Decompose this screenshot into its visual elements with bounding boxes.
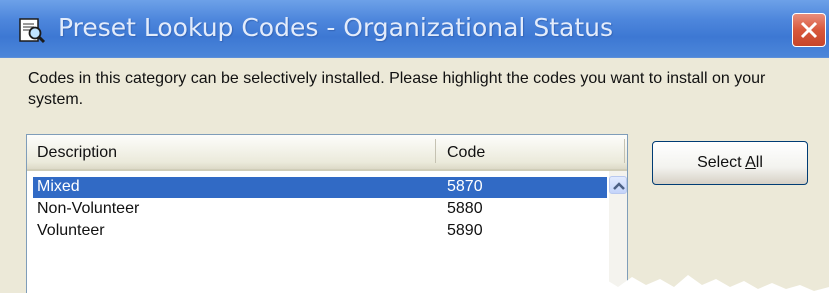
item-code: 5880	[447, 200, 483, 217]
item-description: Non-Volunteer	[37, 200, 140, 217]
list-item[interactable]: Non-Volunteer 5880	[33, 199, 607, 220]
item-code: 5870	[447, 178, 483, 195]
title-bar[interactable]: Preset Lookup Codes - Organizational Sta…	[0, 0, 829, 58]
chevron-up-icon	[613, 182, 625, 190]
select-all-button[interactable]: Select All	[652, 141, 808, 185]
list-item[interactable]: Volunteer 5890	[33, 221, 607, 242]
instructions-text: Codes in this category can be selectivel…	[28, 70, 766, 108]
close-icon	[800, 21, 818, 39]
dialog-window: Preset Lookup Codes - Organizational Sta…	[0, 0, 829, 293]
item-description: Mixed	[37, 178, 80, 195]
select-all-label-suffix: ll	[755, 154, 763, 171]
select-all-label-prefix: Select	[697, 154, 746, 171]
item-code: 5890	[447, 222, 483, 239]
column-header-code[interactable]: Code	[447, 144, 485, 162]
column-divider[interactable]	[435, 139, 436, 163]
column-header-description[interactable]: Description	[37, 144, 117, 162]
item-description: Volunteer	[37, 222, 105, 239]
document-magnifier-icon	[19, 18, 46, 44]
scroll-up-button[interactable]	[609, 176, 627, 194]
torn-edge-decoration	[560, 275, 829, 293]
window-title: Preset Lookup Codes - Organizational Sta…	[58, 13, 613, 42]
select-all-mnemonic: A	[745, 154, 756, 171]
list-header: Description Code	[27, 135, 627, 171]
column-divider[interactable]	[624, 139, 625, 163]
list-item[interactable]: Mixed 5870	[33, 177, 607, 198]
close-button[interactable]	[792, 13, 826, 47]
